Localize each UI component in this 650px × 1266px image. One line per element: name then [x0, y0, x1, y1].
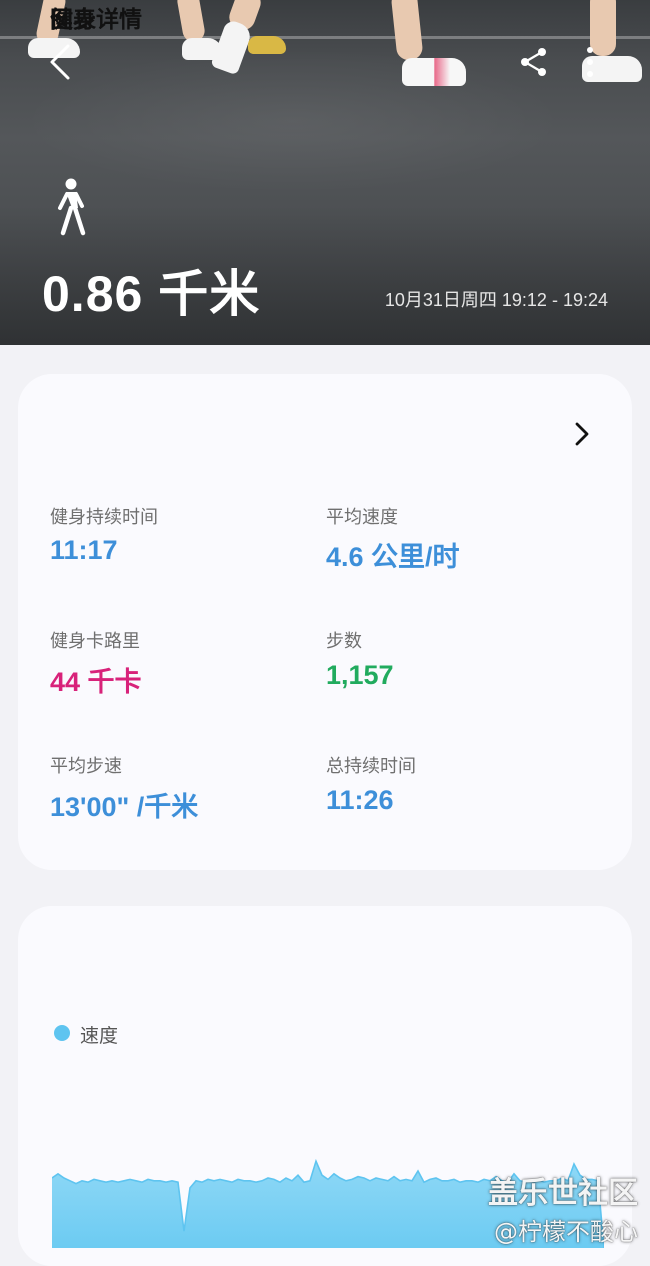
walking-person-icon [58, 178, 86, 236]
stat-value-steps: 1,157 [326, 660, 394, 690]
road-line [0, 36, 650, 39]
distance-value: 0.86 千米 [42, 266, 261, 322]
stat-value-avg-pace: 13'00" /千米 [50, 792, 199, 822]
legend-label-speed: 速度 [80, 1025, 119, 1047]
stat-label-avg-speed: 平均速度 [326, 507, 398, 528]
stat-value-duration: 11:17 [50, 535, 118, 565]
stat-value-calories: 44 千卡 [50, 667, 142, 697]
more-vertical-icon [587, 47, 593, 77]
back-arrow-icon [50, 44, 70, 80]
chevron-right-icon [575, 422, 589, 446]
hero-banner: 0.86 千米 10月31日周四 19:12 - 19:24 [0, 0, 650, 345]
share-icon [521, 48, 546, 76]
back-button[interactable] [38, 40, 82, 84]
more-options-button[interactable] [572, 42, 608, 82]
watermark-community: 盖乐世社区 [488, 1176, 638, 1211]
stat-value-total-duration: 11:26 [326, 785, 394, 815]
stat-label-duration: 健身持续时间 [50, 507, 158, 528]
stat-label-calories: 健身卡路里 [50, 631, 140, 652]
chart-title: 图表 [50, 7, 96, 33]
stat-label-steps: 步数 [326, 631, 362, 652]
legend-swatch-speed [54, 1025, 70, 1041]
watermark-author: @柠檬不酸心 [494, 1218, 638, 1246]
runner-leg [390, 0, 424, 62]
details-open-button[interactable] [566, 418, 598, 450]
runner-shoe [248, 36, 286, 54]
runner-shoe [402, 58, 466, 86]
share-button[interactable] [514, 42, 554, 82]
stat-label-avg-pace: 平均步速 [50, 756, 122, 777]
stat-label-total-duration: 总持续时间 [326, 756, 416, 777]
stat-value-avg-speed: 4.6 公里/时 [326, 542, 460, 572]
activity-date-range: 10月31日周四 19:12 - 19:24 [384, 290, 608, 310]
